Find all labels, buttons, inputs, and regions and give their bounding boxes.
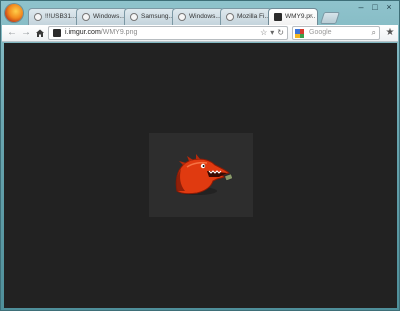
tab-favicon-icon [82,13,90,21]
google-icon [295,29,304,38]
url-text: i.imgur.com/WMY9.png [65,27,137,39]
reload-icon[interactable]: ↻ [277,27,284,39]
forward-arrow-icon[interactable]: → [20,26,32,40]
minimize-button[interactable]: – [354,2,368,14]
window-controls: – □ × [354,2,396,14]
new-tab-button[interactable] [320,12,340,24]
navigation-toolbar: ← → i.imgur.com/WMY9.png ☆ ▾ ↻ Google ⌕ … [2,25,398,42]
tab-label: Mozilla Fi... [237,13,270,20]
home-icon[interactable] [34,26,46,40]
tab-0[interactable]: !!!USB31... [28,8,80,25]
maximize-button[interactable]: □ [368,2,382,14]
tab-label: Windows... [93,13,125,20]
tab-favicon-icon [34,13,42,21]
tab-favicon-icon [226,13,234,21]
bookmarks-star-icon[interactable]: ★ [384,26,396,40]
tab-close-icon[interactable]: × [309,9,313,25]
displayed-image [149,133,253,217]
url-host: i.imgur.com [65,29,101,36]
url-path: /WMY9.png [100,29,138,36]
address-bar[interactable]: i.imgur.com/WMY9.png ☆ ▾ ↻ [48,26,288,40]
chevron-down-icon[interactable]: ▾ [270,27,274,39]
title-bar: !!!USB31... Windows... Samsung... Window… [1,1,399,25]
address-bar-icons: ☆ ▾ ↻ [260,27,284,39]
red-dinosaur-image [175,154,233,195]
star-icon[interactable]: ☆ [260,27,267,39]
tab-label: Windows... [189,13,221,20]
close-button[interactable]: × [382,2,396,14]
magnifier-icon[interactable]: ⌕ [372,27,376,39]
tab-favicon-icon [274,13,282,21]
firefox-logo-icon[interactable] [5,4,23,22]
page-content [4,43,397,308]
tab-4[interactable]: Mozilla Fi... [220,8,272,25]
tab-label: Samsung... [141,13,174,20]
site-favicon-icon [53,29,61,37]
tab-1[interactable]: Windows... [76,8,128,25]
tab-label: !!!USB31... [45,13,77,20]
tab-strip: !!!USB31... Windows... Samsung... Window… [28,8,340,25]
tab-favicon-icon [178,13,186,21]
search-bar[interactable]: Google ⌕ [292,26,380,40]
search-input[interactable]: Google [309,27,332,39]
tab-5-active[interactable]: WMY9.p... × [268,8,318,25]
tab-favicon-icon [130,13,138,21]
browser-window: !!!USB31... Windows... Samsung... Window… [0,0,400,311]
tab-2[interactable]: Samsung... [124,8,176,25]
back-arrow-icon[interactable]: ← [6,26,18,40]
tab-3[interactable]: Windows... [172,8,224,25]
